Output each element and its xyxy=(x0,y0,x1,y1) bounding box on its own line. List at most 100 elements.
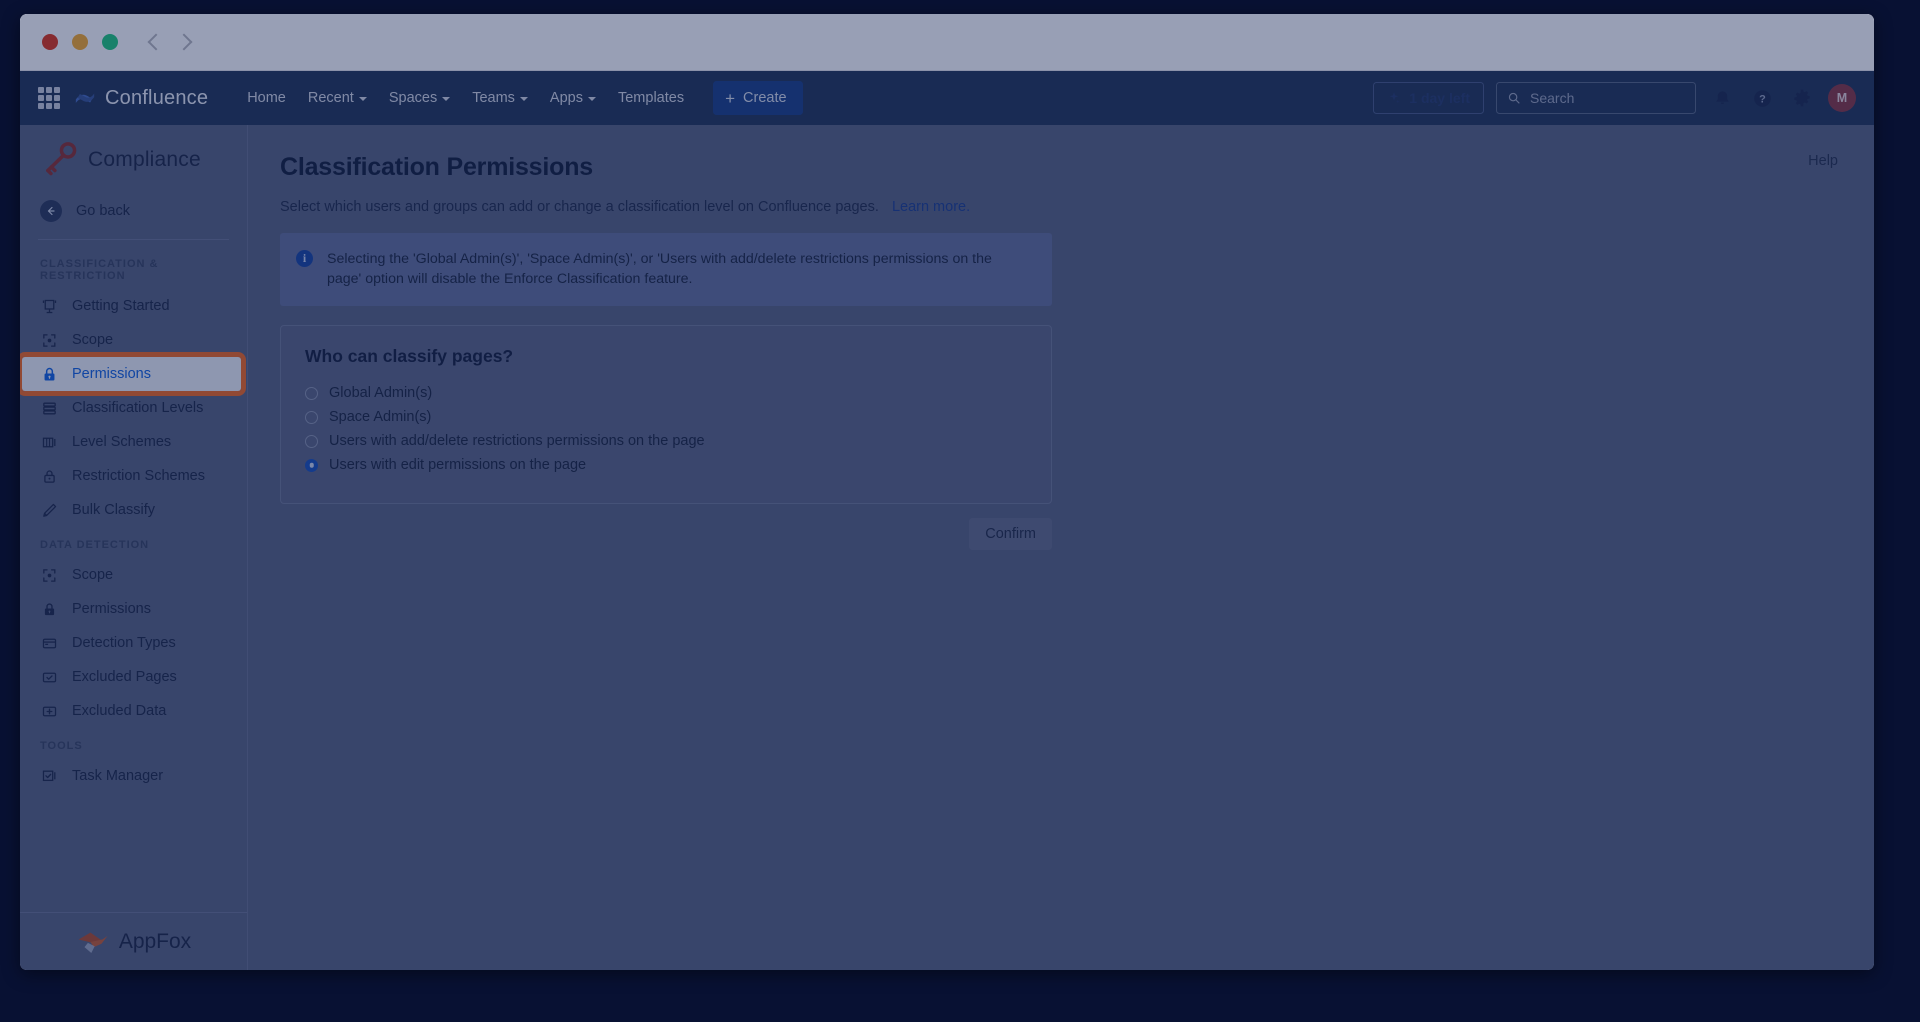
top-nav-items: Home Recent Spaces Teams Apps Templates xyxy=(236,83,695,113)
radio-button[interactable] xyxy=(305,434,318,448)
card-icon xyxy=(40,634,58,652)
confluence-mark-icon xyxy=(75,93,95,104)
browser-navigation xyxy=(147,33,193,51)
sidebar-item-task-manager[interactable]: Task Manager xyxy=(20,759,247,793)
sidebar-item-restriction-schemes[interactable]: Restriction Schemes xyxy=(20,459,247,493)
sparkle-icon xyxy=(1389,92,1400,104)
window-controls xyxy=(42,34,118,50)
radio-button[interactable] xyxy=(305,410,318,424)
pencil-icon xyxy=(40,501,58,519)
nav-item-home-label: Home xyxy=(247,90,286,106)
sidebar-scroll-area[interactable]: Compliance Go back CLASSIFICATION & REST… xyxy=(20,125,247,970)
sidebar-item-level-schemes-label: Level Schemes xyxy=(72,434,172,450)
nav-item-recent[interactable]: Recent xyxy=(297,83,378,113)
sidebar: Compliance Go back CLASSIFICATION & REST… xyxy=(20,125,248,970)
sidebar-section-data-detection-label: DATA DETECTION xyxy=(40,539,150,551)
confluence-top-nav: Confluence Home Recent Spaces Teams Apps… xyxy=(20,71,1874,125)
sidebar-item-detection-types[interactable]: Detection Types xyxy=(20,626,247,660)
help-glyph: ? xyxy=(1753,89,1771,107)
sidebar-item-level-schemes[interactable]: Level Schemes xyxy=(20,425,247,459)
sidebar-item-bulk-classify-label: Bulk Classify xyxy=(72,502,155,518)
sidebar-section-tools-label: TOOLS xyxy=(40,740,83,752)
sidebar-item-permissions-detection[interactable]: Permissions xyxy=(20,592,247,626)
chevron-down-icon xyxy=(358,97,367,101)
nav-item-templates[interactable]: Templates xyxy=(607,83,695,113)
radio-option-global-admins[interactable]: Global Admin(s) xyxy=(305,381,1027,405)
search-input[interactable]: Search xyxy=(1496,82,1696,114)
learn-more-link[interactable]: Learn more. xyxy=(892,199,970,215)
radio-option-add-delete-restrictions[interactable]: Users with add/delete restrictions permi… xyxy=(305,429,1027,453)
close-window-button[interactable] xyxy=(42,34,58,50)
confluence-logo[interactable]: Confluence xyxy=(74,87,208,110)
avatar[interactable]: M xyxy=(1828,84,1856,112)
radio-button[interactable] xyxy=(305,386,318,400)
help-link[interactable]: Help xyxy=(1808,153,1838,169)
page-subtitle: Select which users and groups can add or… xyxy=(280,199,1840,215)
svg-text:?: ? xyxy=(1759,93,1766,105)
sidebar-item-scope-classification-label: Scope xyxy=(72,332,114,348)
app-switcher-icon[interactable] xyxy=(38,87,60,109)
arrow-left-icon xyxy=(40,200,62,222)
sidebar-item-scope-classification[interactable]: Scope xyxy=(20,323,247,357)
card-title: Who can classify pages? xyxy=(305,346,514,366)
go-back-label: Go back xyxy=(76,203,130,219)
page-title: Classification Permissions xyxy=(280,153,593,181)
help-circle-icon[interactable]: ? xyxy=(1748,84,1776,112)
sidebar-item-permissions-label: Permissions xyxy=(72,366,151,382)
nav-item-templates-label: Templates xyxy=(617,90,685,106)
radio-button-selected[interactable] xyxy=(305,458,318,472)
notification-bell-icon[interactable] xyxy=(1708,84,1736,112)
gear-glyph xyxy=(1794,89,1810,107)
appfox-logo-icon xyxy=(78,932,108,953)
nav-item-teams[interactable]: Teams xyxy=(461,83,539,113)
key-icon xyxy=(46,142,77,176)
radio-option-edit-permissions[interactable]: Users with edit permissions on the page xyxy=(305,453,1027,477)
sidebar-item-excluded-data[interactable]: Excluded Data xyxy=(20,694,247,728)
nav-item-home[interactable]: Home xyxy=(236,83,297,113)
search-placeholder: Search xyxy=(1530,90,1575,106)
main-content: Help Classification Permissions Select w… xyxy=(248,125,1874,970)
columns-icon xyxy=(40,433,58,451)
nav-item-spaces-label: Spaces xyxy=(388,90,438,106)
sidebar-item-getting-started[interactable]: Getting Started xyxy=(20,289,247,323)
bell-glyph xyxy=(1715,90,1729,104)
confluence-brand-text: Confluence xyxy=(105,86,209,109)
layers-icon xyxy=(40,399,58,417)
sidebar-item-bulk-classify[interactable]: Bulk Classify xyxy=(20,493,247,527)
sidebar-item-permissions[interactable]: Permissions xyxy=(20,352,246,396)
target-scope-icon xyxy=(40,566,58,584)
sidebar-item-scope-detection[interactable]: Scope xyxy=(20,558,247,592)
sidebar-divider xyxy=(38,239,229,240)
browser-window: Confluence Home Recent Spaces Teams Apps… xyxy=(20,14,1874,970)
desktop-backdrop: Confluence Home Recent Spaces Teams Apps… xyxy=(0,0,1920,1022)
minimize-window-button[interactable] xyxy=(72,34,88,50)
sidebar-item-excluded-pages-label: Excluded Pages xyxy=(72,669,177,685)
nav-item-apps[interactable]: Apps xyxy=(539,83,607,113)
nav-item-spaces[interactable]: Spaces xyxy=(378,83,461,113)
card-actions: Confirm xyxy=(280,518,1052,550)
create-button[interactable]: + Create xyxy=(713,81,803,115)
go-back-button[interactable]: Go back xyxy=(20,191,247,231)
easel-icon xyxy=(40,297,58,315)
gear-icon[interactable] xyxy=(1788,84,1816,112)
top-nav-right: 1 day left Search ? M xyxy=(1373,82,1856,114)
radio-option-space-admins-label: Space Admin(s) xyxy=(329,409,432,425)
info-banner: i Selecting the 'Global Admin(s)', 'Spac… xyxy=(280,233,1052,306)
trial-status-label: 1 day left xyxy=(1409,90,1470,106)
sidebar-section-classification-label: CLASSIFICATION & RESTRICTION xyxy=(40,258,159,282)
sidebar-item-getting-started-label: Getting Started xyxy=(72,298,170,314)
maximize-window-button[interactable] xyxy=(102,34,118,50)
sidebar-footer: AppFox xyxy=(20,912,247,970)
arrow-left-glyph xyxy=(47,206,55,216)
browser-chrome xyxy=(20,14,1874,71)
forward-arrow-icon[interactable] xyxy=(175,33,193,51)
classify-permissions-card: Who can classify pages? Global Admin(s) … xyxy=(280,325,1052,504)
radio-option-space-admins[interactable]: Space Admin(s) xyxy=(305,405,1027,429)
confirm-button[interactable]: Confirm xyxy=(969,518,1052,550)
checkbox-box-icon xyxy=(40,668,58,686)
sidebar-item-excluded-pages[interactable]: Excluded Pages xyxy=(20,660,247,694)
back-arrow-icon[interactable] xyxy=(147,33,165,51)
lock-icon xyxy=(40,365,58,383)
sidebar-item-classification-levels[interactable]: Classification Levels xyxy=(20,391,247,425)
trial-status-badge[interactable]: 1 day left xyxy=(1373,82,1484,114)
